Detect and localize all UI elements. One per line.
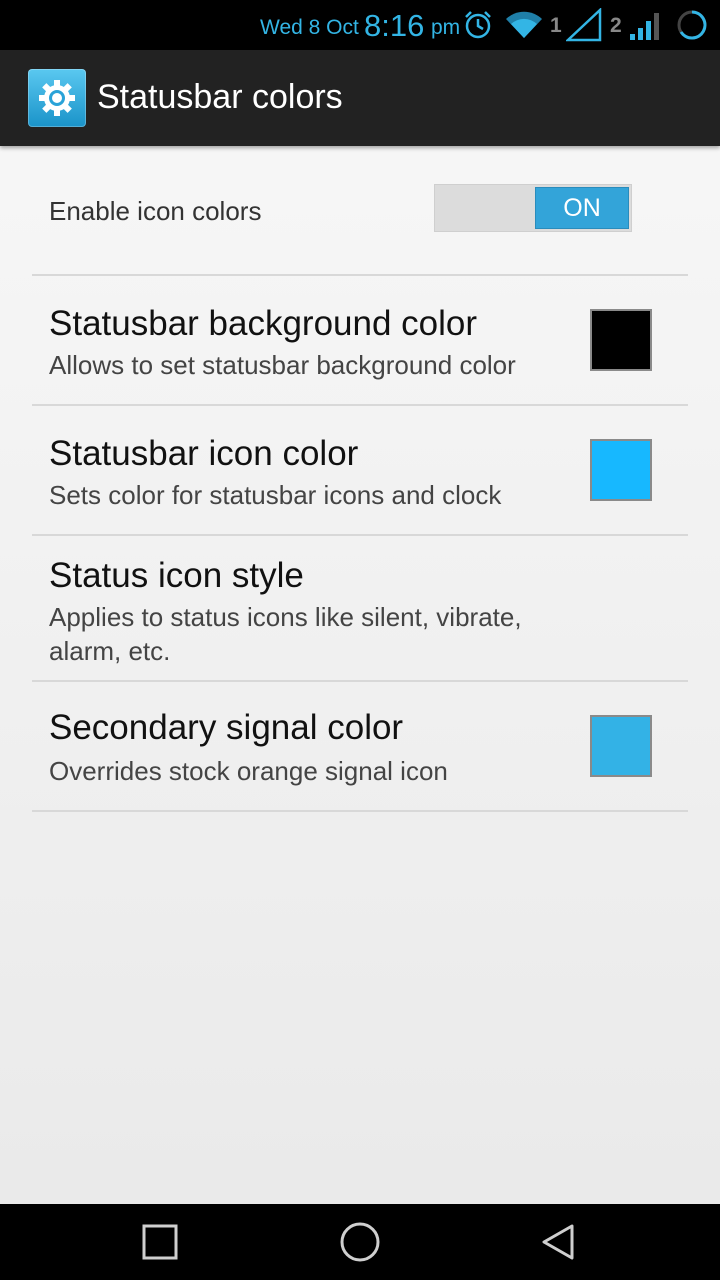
- wifi-icon: [505, 9, 543, 44]
- pref-secondary-signal-color[interactable]: Secondary signal color Overrides stock o…: [0, 682, 720, 810]
- page-title: Statusbar colors: [97, 78, 343, 116]
- pref-status-icon-style[interactable]: Status icon style Applies to status icon…: [0, 536, 720, 680]
- preference-list: Enable icon colors ON Statusbar backgrou…: [0, 146, 720, 1204]
- status-ampm: pm: [431, 16, 461, 39]
- settings-gear-icon[interactable]: [28, 69, 86, 127]
- color-swatch[interactable]: [590, 439, 652, 501]
- enable-icon-colors-row[interactable]: Enable icon colors ON: [0, 146, 720, 274]
- home-icon[interactable]: [338, 1222, 382, 1271]
- pref-summary: Sets color for statusbar icons and clock: [49, 480, 502, 510]
- pref-title: Secondary signal color: [49, 708, 404, 747]
- sim2-label: 2: [610, 14, 622, 37]
- color-swatch[interactable]: [590, 309, 652, 371]
- pref-title: Statusbar background color: [49, 304, 478, 343]
- pref-summary: Overrides stock orange signal icon: [49, 756, 448, 786]
- back-icon[interactable]: [538, 1222, 578, 1267]
- signal-icon: [564, 7, 602, 47]
- action-bar: Statusbar colors: [0, 50, 720, 146]
- pref-summary: Applies to status icons like silent, vib…: [49, 602, 522, 666]
- enable-icon-colors-switch[interactable]: ON: [434, 184, 632, 232]
- pref-title: Status icon style: [49, 556, 304, 595]
- navigation-bar: [0, 1204, 720, 1280]
- status-clock: 8:16: [364, 8, 425, 43]
- color-swatch[interactable]: [590, 715, 652, 777]
- pref-summary: Allows to set statusbar background color: [49, 350, 516, 380]
- status-date: Wed 8 Oct: [260, 16, 359, 39]
- divider: [32, 810, 688, 812]
- alarm-icon: [463, 10, 493, 45]
- enable-icon-colors-label: Enable icon colors: [49, 196, 262, 226]
- battery-icon: [676, 9, 708, 46]
- pref-statusbar-background-color[interactable]: Statusbar background color Allows to set…: [0, 276, 720, 404]
- recents-icon[interactable]: [140, 1222, 180, 1267]
- signal-icon: [628, 8, 664, 47]
- status-bar: Wed 8 Oct 8:16 pm 1 2: [0, 0, 720, 50]
- pref-title: Statusbar icon color: [49, 434, 359, 473]
- switch-thumb: ON: [535, 187, 629, 229]
- sim1-label: 1: [550, 14, 562, 37]
- pref-statusbar-icon-color[interactable]: Statusbar icon color Sets color for stat…: [0, 406, 720, 534]
